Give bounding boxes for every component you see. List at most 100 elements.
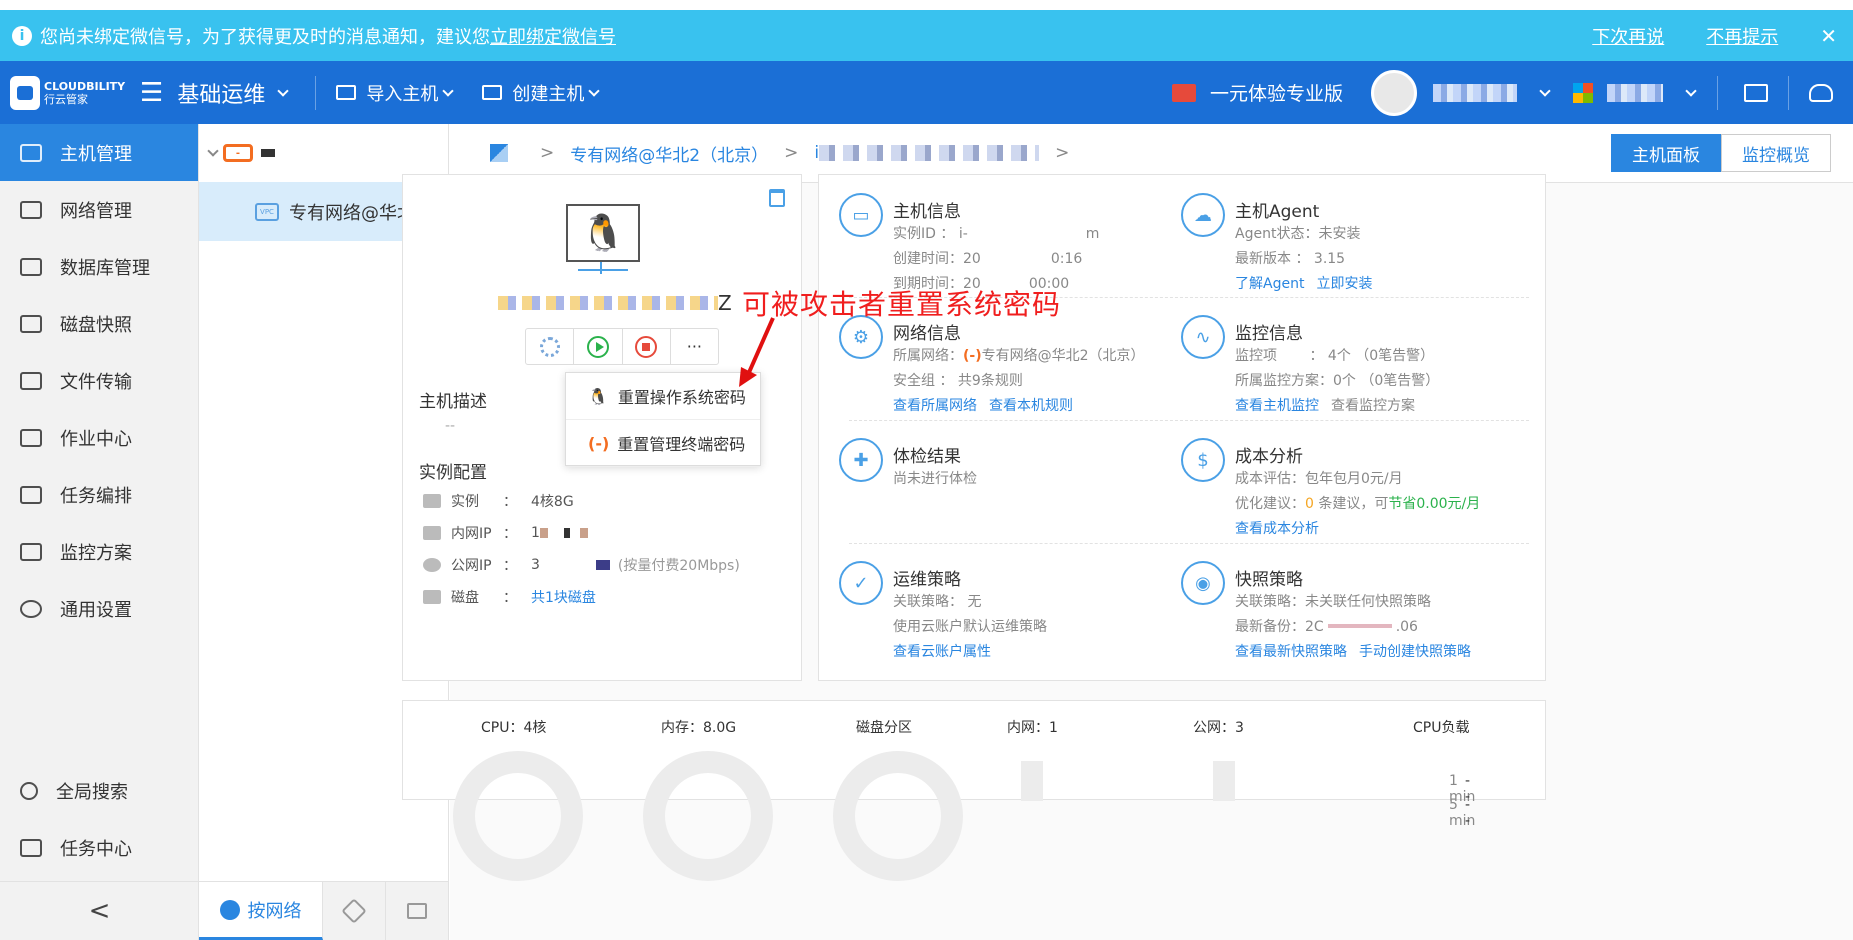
config-colon: ： <box>503 558 517 574</box>
host-panel-button[interactable]: 主机面板 <box>1611 134 1721 172</box>
sidebar-item-settings[interactable]: 通用设置 <box>0 580 198 637</box>
notice-text: 您尚未绑定微信号，为了获得更及时的消息通知，建议您 <box>40 26 490 48</box>
kv-label: 成本评估： <box>1235 471 1305 487</box>
remind-later-link[interactable]: 下次再说 <box>1592 23 1664 49</box>
config-value: 1 <box>531 525 540 541</box>
aliyun-icon: - <box>223 144 253 162</box>
kv-value: 包年包月0元/月 <box>1305 471 1403 487</box>
more-button[interactable]: ··· <box>671 329 718 364</box>
sidebar-item-snapshot[interactable]: 磁盘快照 <box>0 295 198 352</box>
lan-traffic-bars <box>1021 761 1043 801</box>
disk-icon <box>20 314 42 333</box>
logo-mark-icon <box>10 75 40 110</box>
create-host-button[interactable]: 创建主机 <box>482 80 606 106</box>
create-snapshot-link[interactable]: 手动创建快照策略 <box>1359 644 1471 660</box>
linux-icon: 🐧 <box>588 386 608 406</box>
kv-value: 20 <box>963 251 981 267</box>
never-remind-link[interactable]: 不再提示 <box>1706 23 1778 49</box>
kv-label: Agent状态： <box>1235 226 1319 242</box>
sidebar-item-search[interactable]: 全局搜索 <box>0 762 199 819</box>
collapse-sidebar-button[interactable]: < <box>0 881 199 940</box>
sidebar-item-label: 文件传输 <box>60 371 132 393</box>
avatar[interactable] <box>1371 69 1417 116</box>
username-redacted[interactable] <box>1433 83 1517 102</box>
chevron-down-icon[interactable] <box>207 145 219 157</box>
view-account-link[interactable]: 查看云账户属性 <box>893 644 991 660</box>
kv-value: 无 <box>967 594 982 610</box>
view-rules-link[interactable]: 查看本机规则 <box>989 398 1073 414</box>
host-settings-button[interactable] <box>526 329 575 364</box>
stop-button[interactable] <box>623 329 671 364</box>
kv-value-tail: 0:16 <box>1050 251 1083 267</box>
chevron-down-icon[interactable] <box>277 84 289 97</box>
promo-label: 一元体验专业版 <box>1209 83 1343 105</box>
reset-terminal-password-item[interactable]: (-) 重置管理终端密码 <box>566 420 760 467</box>
sidebar-item-jobs[interactable]: 作业中心 <box>0 409 198 466</box>
reset-os-password-item[interactable]: 🐧 重置操作系统密码 <box>566 373 760 420</box>
sidebar-item-host[interactable]: 主机管理 <box>0 124 198 181</box>
sidebar-item-task-center[interactable]: 任务中心 <box>0 819 199 876</box>
home-icon[interactable] <box>490 144 508 162</box>
view-network-link[interactable]: 查看所属网络 <box>893 398 977 414</box>
view-cost-link[interactable]: 查看成本分析 <box>1235 521 1319 537</box>
tab-by-network[interactable]: 按网络 <box>199 882 323 940</box>
headset-icon[interactable] <box>1809 83 1833 102</box>
more-actions-menu: 🐧 重置操作系统密码 (-) 重置管理终端密码 <box>565 372 761 467</box>
tab-by-tag[interactable] <box>323 882 386 940</box>
config-title: 实例配置 <box>419 463 487 483</box>
import-host-button[interactable]: 导入主机 <box>336 80 460 106</box>
vpc-icon: VPC <box>255 202 279 221</box>
shield-icon: ✓ <box>839 561 883 605</box>
bind-wechat-link[interactable]: 立即绑定微信号 <box>490 23 616 49</box>
sidebar-item-label: 通用设置 <box>60 599 132 621</box>
close-icon[interactable]: ✕ <box>1820 24 1837 48</box>
gear-icon <box>20 599 42 618</box>
tree-tabs: 按网络 <box>199 881 449 940</box>
kv-value-tail: .06 <box>1395 619 1418 635</box>
sidebar-item-file-transfer[interactable]: 文件传输 <box>0 352 198 409</box>
top-navbar: CLOUDBILITY 行云管家 ☰ 基础运维 导入主机 创建主机 一元体验专业版 <box>0 61 1853 124</box>
kv-value: 未安装 <box>1318 226 1361 242</box>
start-button[interactable] <box>574 329 623 364</box>
sidebar-item-orchestration[interactable]: 任务编排 <box>0 466 198 523</box>
menu-icon[interactable]: ☰ <box>140 78 163 108</box>
mail-icon[interactable] <box>1744 83 1768 102</box>
breadcrumb-vpc[interactable]: 专有网络@华北2（北京） <box>570 141 768 166</box>
view-monitor-plan-link[interactable]: 查看监控方案 <box>1331 398 1415 414</box>
config-key: 内网IP <box>451 526 492 542</box>
ops-rel-line: 关联策略： 无 <box>893 591 981 611</box>
section-title[interactable]: 基础运维 <box>177 77 265 109</box>
trash-icon[interactable] <box>769 189 785 207</box>
aliyun-icon: (-) <box>963 348 982 364</box>
promo-button[interactable]: 一元体验专业版 <box>1171 79 1343 106</box>
kv-value: 未关联任何快照策略 <box>1305 594 1431 610</box>
chevron-down-icon <box>588 84 600 97</box>
stat-lan: 内网：1 <box>1007 720 1058 736</box>
kv-label: 关联策略： <box>893 594 963 610</box>
brand-logo[interactable]: CLOUDBILITY 行云管家 <box>10 71 136 115</box>
sidebar-item-network[interactable]: 网络管理 <box>0 181 198 238</box>
view-host-monitor-link[interactable]: 查看主机监控 <box>1235 398 1319 414</box>
chevron-down-icon[interactable] <box>1685 84 1697 97</box>
host-desc-title: 主机描述 <box>419 392 487 412</box>
sidebar-item-monitor-plan[interactable]: 监控方案 <box>0 523 198 580</box>
account-redacted[interactable] <box>1607 83 1663 102</box>
view-latest-snapshot-link[interactable]: 查看最新快照策略 <box>1235 644 1347 660</box>
kv-label: 最新备份： <box>1235 619 1305 635</box>
linux-server-icon: 🐧 <box>566 204 640 262</box>
disk-link[interactable]: 共1块磁盘 <box>531 587 596 607</box>
monitor-overview-button[interactable]: 监控概览 <box>1721 134 1831 172</box>
cloud-agent-icon: ☁ <box>1181 193 1225 237</box>
install-agent-link[interactable]: 立即安装 <box>1316 276 1372 292</box>
section-title: 体检结果 <box>893 447 961 467</box>
sidebar-item-database[interactable]: 数据库管理 <box>0 238 198 295</box>
tab-by-folder[interactable] <box>386 882 449 940</box>
monitor-links: 查看主机监控 查看监控方案 <box>1235 395 1415 415</box>
server-icon <box>423 494 441 508</box>
create-host-label: 创建主机 <box>512 83 585 105</box>
chevron-down-icon[interactable] <box>1539 84 1551 97</box>
ip-redacted <box>539 560 610 570</box>
stop-icon <box>635 335 658 358</box>
learn-agent-link[interactable]: 了解Agent <box>1235 276 1304 292</box>
host-id-redacted <box>819 145 1040 161</box>
